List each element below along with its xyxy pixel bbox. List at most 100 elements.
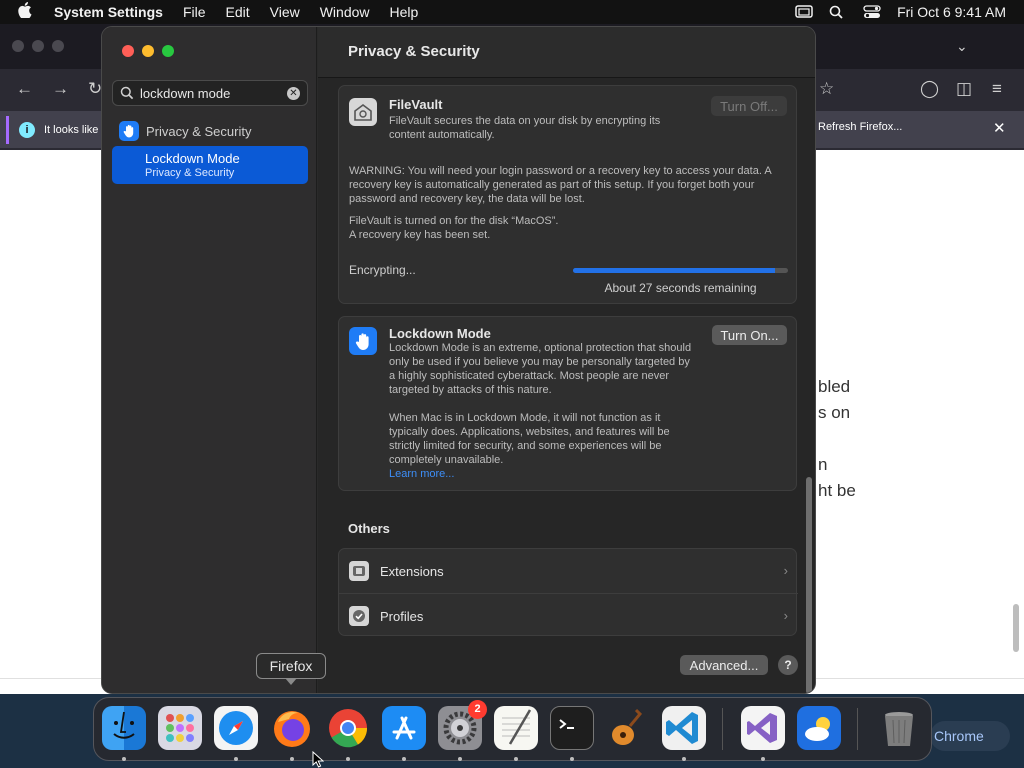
spotlight-search-icon[interactable]: [829, 5, 847, 19]
learn-more-link[interactable]: Learn more...: [389, 467, 454, 481]
menu-view[interactable]: View: [270, 4, 300, 20]
running-indicator: [514, 757, 518, 761]
mouse-cursor-icon: [312, 750, 325, 768]
encryption-progress-fill: [573, 268, 776, 273]
dock-vscode-icon[interactable]: [662, 706, 706, 750]
menu-app-name[interactable]: System Settings: [54, 4, 163, 20]
settings-search-field[interactable]: ✕: [112, 80, 308, 106]
others-section-title: Others: [348, 521, 390, 536]
window-controls: [122, 45, 182, 57]
dock-trash-icon[interactable]: [877, 706, 921, 750]
minimize-window-button[interactable]: [142, 45, 154, 57]
zoom-window-button[interactable]: [162, 45, 174, 57]
dock-firefox-icon[interactable]: [270, 706, 314, 750]
menu-edit[interactable]: Edit: [226, 4, 250, 20]
others-card: Extensions › Profiles ›: [338, 548, 798, 638]
filevault-title: FileVault: [389, 97, 443, 112]
dock-launchpad-icon[interactable]: [158, 706, 202, 750]
menu-file[interactable]: File: [183, 4, 206, 20]
dock: [93, 697, 932, 761]
others-row-extensions[interactable]: Extensions ›: [339, 549, 798, 593]
dock-app-store-icon[interactable]: [382, 706, 426, 750]
extensions-puzzle-icon: [349, 561, 369, 581]
filevault-description: FileVault secures the data on your disk …: [389, 115, 661, 141]
clear-search-icon[interactable]: ✕: [287, 87, 300, 100]
chrome-background-label: Chrome: [930, 721, 1010, 751]
lockdown-description: Lockdown Mode is an extreme, optional pr…: [389, 342, 692, 396]
search-icon: [120, 86, 134, 100]
bookmark-star-icon[interactable]: ☆: [819, 79, 834, 99]
running-indicator: [570, 757, 574, 761]
page-title: Privacy & Security: [348, 43, 480, 60]
control-center-icon[interactable]: [863, 5, 881, 19]
dock-chrome-icon[interactable]: [326, 706, 370, 750]
hand-raised-icon: [349, 327, 377, 355]
lockdown-description-2: When Mac is in Lockdown Mode, it will no…: [389, 412, 670, 466]
settings-main-pane: Privacy & Security FileVault FileVault s…: [318, 27, 815, 693]
hamburger-menu-icon[interactable]: ≡: [992, 79, 1002, 99]
notification-left: i It looks like: [6, 116, 106, 144]
sidebar-item-label: Privacy & Security: [146, 123, 252, 139]
search-input[interactable]: [140, 85, 280, 101]
info-icon: i: [19, 122, 35, 138]
filevault-turn-off-button[interactable]: Turn Off...: [711, 96, 787, 116]
pocket-icon[interactable]: ◯: [920, 79, 939, 99]
running-indicator: [290, 757, 294, 761]
content-line: [818, 426, 856, 452]
back-arrow-icon[interactable]: ←: [16, 79, 33, 99]
help-button[interactable]: ?: [778, 655, 798, 675]
list-all-tabs-chevron-icon[interactable]: ⌄: [956, 38, 968, 55]
close-notification-icon[interactable]: ✕: [993, 119, 1006, 137]
settings-sidebar: ✕ Privacy & Security Lockdown Mode Priva…: [102, 27, 317, 693]
running-indicator: [458, 757, 462, 761]
sidebar-item-lockdown-mode[interactable]: Lockdown Mode Privacy & Security: [112, 146, 308, 184]
close-window-button[interactable]: [122, 45, 134, 57]
advanced-button[interactable]: Advanced...: [680, 655, 768, 675]
dock-terminal-icon[interactable]: [550, 706, 594, 750]
filevault-card: FileVault FileVault secures the data on …: [338, 85, 797, 304]
filevault-house-icon: [349, 98, 377, 126]
time-remaining: About 27 seconds remaining: [604, 281, 757, 295]
content-line: bled: [818, 377, 851, 396]
firefox-scrollbar[interactable]: [1013, 604, 1019, 652]
running-indicator: [122, 757, 126, 761]
others-row-profiles[interactable]: Profiles ›: [339, 594, 798, 638]
system-settings-window: ✕ Privacy & Security Lockdown Mode Priva…: [101, 26, 816, 694]
lockdown-turn-on-button[interactable]: Turn On...: [712, 325, 787, 345]
dock-weather-icon[interactable]: [797, 706, 841, 750]
others-row-label: Profiles: [380, 608, 424, 624]
content-line: ht be: [818, 481, 856, 500]
notification-text: It looks like: [44, 124, 99, 136]
sidebar-item-sublabel: Privacy & Security: [145, 167, 235, 179]
chevron-right-icon: ›: [783, 608, 788, 623]
dock-finder-icon[interactable]: [102, 706, 146, 750]
dock-textedit-icon[interactable]: [494, 706, 538, 750]
profiles-badge-check-icon: [349, 606, 369, 626]
apple-menu-icon[interactable]: [18, 2, 40, 22]
screen-mirroring-icon[interactable]: [795, 5, 813, 19]
sidebar-item-privacy-security[interactable]: Privacy & Security: [112, 118, 308, 144]
running-indicator: [234, 757, 238, 761]
menu-window[interactable]: Window: [320, 4, 370, 20]
menu-help[interactable]: Help: [390, 4, 419, 20]
running-indicator: [402, 757, 406, 761]
notification-badge: 2: [468, 700, 487, 719]
extensions-puzzle-icon[interactable]: ◫: [956, 79, 972, 99]
dock-visual-studio-icon[interactable]: [741, 706, 785, 750]
content-line: s on: [818, 403, 851, 422]
filevault-status-line: A recovery key has been set.: [349, 229, 491, 241]
chevron-right-icon: ›: [783, 563, 788, 578]
firefox-window-controls: [12, 40, 72, 52]
lockdown-title: Lockdown Mode: [389, 326, 491, 341]
forward-arrow-icon[interactable]: →: [52, 79, 69, 99]
tooltip-arrow: [285, 678, 297, 685]
main-scrollbar[interactable]: [806, 477, 812, 693]
hand-raised-icon: [119, 121, 139, 141]
dock-tooltip: Firefox: [256, 653, 326, 679]
filevault-warning: WARNING: You will need your login passwo…: [349, 165, 772, 205]
refresh-firefox-button[interactable]: Refresh Firefox...: [818, 121, 902, 133]
dock-safari-icon[interactable]: [214, 706, 258, 750]
running-indicator: [761, 757, 765, 761]
menubar-clock[interactable]: Fri Oct 6 9:41 AM: [897, 4, 1006, 20]
dock-garageband-icon[interactable]: [606, 706, 650, 750]
